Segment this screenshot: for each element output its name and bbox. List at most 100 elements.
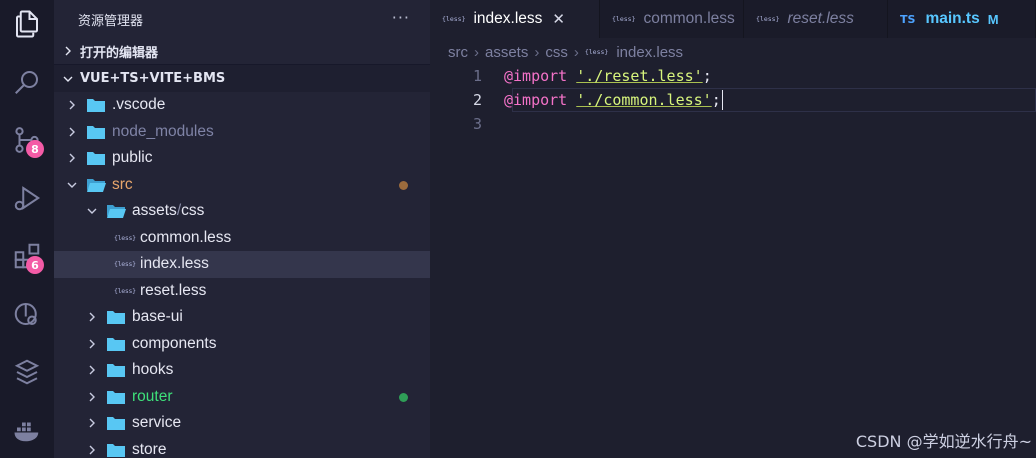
folder-icon [106,415,126,431]
folder-item[interactable]: router [54,384,430,411]
breadcrumb-item[interactable]: css [545,44,568,61]
chevron-right-icon [84,309,100,325]
activity-bar: 8 6 [0,0,54,458]
folder-item[interactable]: node_modules [54,119,430,146]
run-debug-button[interactable] [0,174,54,222]
chevron-right-icon: › [534,43,540,61]
search-icon [15,71,38,94]
folder-open-icon [86,177,106,193]
explorer-button[interactable] [0,0,54,48]
tab-label: index.less [473,10,543,27]
tab-label: reset.less [787,10,854,27]
folder-item[interactable]: public [54,145,430,172]
code-line[interactable]: 1 @import './reset.less'; [430,64,1036,88]
tree-item-label: components [132,334,217,352]
tab-common-less[interactable]: {less} common.less [600,0,744,38]
file-item[interactable]: {less} common.less [54,225,430,252]
code-line[interactable]: 3 [430,112,1036,136]
code-punctuation: ; [702,67,712,85]
chevron-down-icon [84,203,100,219]
project-label: VUE+TS+VITE+BMS [80,71,226,86]
breadcrumb-item[interactable]: assets [485,44,528,61]
chevron-down-icon [64,177,80,193]
tree-item-label: store [132,440,167,458]
typescript-icon: TS [900,12,916,26]
file-tree: .vscode node_modulespublic src assets / css… [54,92,430,458]
chevron-right-icon [64,124,80,140]
tab-label: main.ts [925,10,980,27]
open-editors-section[interactable]: 打开的编辑器 [54,38,430,65]
code-editor[interactable]: 1 @import './reset.less'; 2 @import './comm… [430,64,1036,136]
line-number: 3 [472,115,482,133]
folder-item[interactable]: store [54,437,430,458]
tree-item-label: service [132,414,182,432]
tree-item-label: node_modules [112,122,214,140]
folder-item[interactable]: src [54,172,430,199]
chevron-down-icon [60,71,76,87]
tab-main-ts[interactable]: TS main.ts M [888,0,1036,38]
docker-icon [14,422,39,442]
tree-item-label: src [112,175,133,193]
folder-icon [106,309,126,325]
code-line[interactable]: 2 @import './common.less'; [473,88,1036,112]
less-file-icon: {less} [756,15,780,23]
editor-tabs: {less} index.less ✕ {less} common.less {less}… [430,0,1036,38]
tree-item-label: .vscode [112,96,166,114]
explorer-sidebar: 资源管理器 ··· 打开的编辑器 VUE+TS+VITE+BMS .vscode… [54,0,430,458]
folder-icon [106,442,126,458]
tree-item-label: base-ui [132,308,183,326]
git-graph-button[interactable] [0,348,54,396]
line-number: 2 [472,91,482,109]
folder-item[interactable]: service [54,410,430,437]
folder-icon [86,97,106,113]
tab-label: common.less [643,10,735,27]
search-button[interactable] [0,58,54,106]
folder-icon [106,389,126,405]
modified-indicator: M [987,11,999,27]
file-item[interactable]: {less} index.less [54,251,430,278]
tab-index-less[interactable]: {less} index.less ✕ [430,0,600,38]
remote-button[interactable] [0,290,54,338]
tree-item-label: hooks [132,361,174,379]
code-keyword: @import [504,67,568,85]
less-file-icon: {less} [584,48,609,56]
code-punctuation: ; [711,91,721,109]
folder-item[interactable]: .vscode [54,92,430,119]
folder-item[interactable]: base-ui [54,304,430,331]
folder-item[interactable]: components [54,331,430,358]
remote-explorer-icon [14,303,37,325]
folder-icon [86,150,106,166]
watermark: CSDN @学如逆水行舟~ [855,432,1032,451]
project-section[interactable]: VUE+TS+VITE+BMS [54,65,430,92]
tree-item-label: css [181,202,205,220]
folder-icon [106,362,126,378]
less-file-icon: {less} [114,286,136,295]
git-status-dot [399,392,408,402]
chevron-right-icon [60,43,76,59]
chevron-right-icon [84,362,100,378]
tree-item-label: common.less [140,228,232,246]
less-file-icon: {less} [114,233,136,242]
folder-icon [86,124,106,140]
explorer-header: 资源管理器 ··· [54,0,430,38]
folder-icon [106,336,126,352]
line-number: 1 [472,67,482,85]
close-icon[interactable]: ✕ [552,10,565,28]
run-debug-icon [14,186,41,211]
file-item[interactable]: {less} reset.less [54,278,430,305]
chevron-right-icon [84,442,100,458]
tree-item-label: index.less [140,255,209,273]
breadcrumb-file[interactable]: index.less [616,44,683,61]
breadcrumb-item[interactable]: src [448,44,468,61]
source-control-button[interactable]: 8 [0,116,54,164]
tree-item-label: public [112,149,153,167]
docker-button[interactable] [0,406,54,454]
folder-item[interactable]: hooks [54,357,430,384]
more-actions-icon[interactable]: ··· [392,8,410,27]
tab-reset-less[interactable]: {less} reset.less [744,0,888,38]
chevron-right-icon [84,336,100,352]
folder-item[interactable]: assets / css [54,198,430,225]
less-file-icon: {less} [442,15,466,23]
scm-badge: 8 [26,140,44,158]
extensions-button[interactable]: 6 [0,232,54,280]
